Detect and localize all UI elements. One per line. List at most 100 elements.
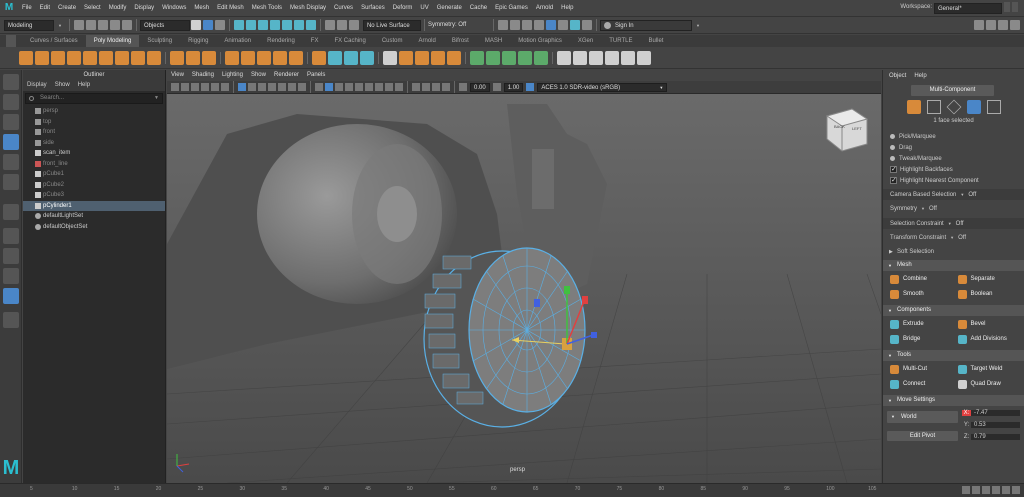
radio-tweak-marquee[interactable]: Tweak/Marquee <box>883 154 1024 165</box>
menu-mesh-tools[interactable]: Mesh Tools <box>248 5 286 11</box>
outliner-item-pcube2[interactable]: pCube2 <box>23 180 165 191</box>
grease-pencil-icon[interactable] <box>221 83 229 91</box>
shelf-tab-animation[interactable]: Animation <box>216 35 259 47</box>
use-lights-icon[interactable] <box>355 83 363 91</box>
render-view-icon[interactable] <box>497 20 508 30</box>
workspace-select[interactable]: General* <box>934 3 1002 14</box>
snap-curve-icon[interactable] <box>245 20 256 30</box>
2d-pan-icon[interactable] <box>211 83 219 91</box>
outliner-item-pcube3[interactable]: pCube3 <box>23 190 165 201</box>
plane-icon[interactable] <box>99 50 113 65</box>
gate-mask-icon[interactable] <box>268 83 276 91</box>
symmetry-status[interactable]: Symmetry: Off <box>428 22 490 28</box>
snap-projected-icon[interactable] <box>269 20 280 30</box>
boolean-icon[interactable] <box>312 50 326 65</box>
menu-deform[interactable]: Deform <box>389 5 417 11</box>
lasso-tool-icon[interactable] <box>2 94 19 110</box>
sculpt-icon[interactable] <box>470 50 484 65</box>
twist-icon[interactable] <box>605 50 619 65</box>
camera-attr-icon[interactable] <box>181 83 189 91</box>
exposure-icon[interactable] <box>459 83 467 91</box>
play-forward-icon[interactable] <box>992 486 1000 494</box>
viewport-menu-lighting[interactable]: Lighting <box>218 70 247 81</box>
shelf-tab-arnold[interactable]: Arnold <box>411 35 444 47</box>
viewport-menu-panels[interactable]: Panels <box>303 70 329 81</box>
outliner-item-front[interactable]: front <box>23 127 165 138</box>
mesh-section-header[interactable]: Mesh <box>883 260 1024 271</box>
go-to-end-icon[interactable] <box>1012 486 1020 494</box>
history-icon[interactable] <box>336 20 347 30</box>
outliner-menu-help[interactable]: Help <box>78 80 90 91</box>
outliner-item-pcube1[interactable]: pCube1 <box>23 169 165 180</box>
mirror-icon[interactable] <box>328 50 342 65</box>
checkbox-highlight-backfaces[interactable]: Highlight Backfaces <box>883 164 1024 176</box>
live-surface-field[interactable]: No Live Surface <box>362 19 421 31</box>
torus-icon[interactable] <box>83 50 97 65</box>
outliner-menu-display[interactable]: Display <box>27 80 47 91</box>
viewport-menu-renderer[interactable]: Renderer <box>270 70 303 81</box>
shelf-tab-mash[interactable]: MASH <box>477 35 510 47</box>
selection-mode-select[interactable]: Objects <box>139 19 190 31</box>
connect-button[interactable]: Connect <box>887 378 953 391</box>
modeling-toolkit-icon[interactable] <box>974 20 984 30</box>
gamma-field[interactable]: 1.00 <box>503 82 524 92</box>
hypershade-icon[interactable] <box>545 20 556 30</box>
resolution-gate-icon[interactable] <box>258 83 266 91</box>
outliner-item-defaultobjectset[interactable]: defaultObjectSet <box>23 222 165 233</box>
outliner-item-scan-item[interactable]: scan_item <box>23 148 165 159</box>
selection-constraint-row[interactable]: Selection Constraint ▼ Off <box>883 218 1024 229</box>
viewport-menu-view[interactable]: View <box>167 70 188 81</box>
combine-button[interactable]: Combine <box>887 273 953 286</box>
channel-box-icon[interactable] <box>1010 20 1020 30</box>
field-chart-icon[interactable] <box>278 83 286 91</box>
cylinder-icon[interactable] <box>51 50 65 65</box>
xray-icon[interactable] <box>422 83 430 91</box>
paint-select-icon[interactable] <box>2 114 19 130</box>
menu-edit-mesh[interactable]: Edit Mesh <box>213 5 248 11</box>
toolkit-menu-object[interactable]: Object <box>889 70 906 82</box>
attribute-editor-icon[interactable] <box>986 20 996 30</box>
menu-windows[interactable]: Windows <box>158 5 190 11</box>
step-forward-icon[interactable] <box>1002 486 1010 494</box>
ambient-occlusion-icon[interactable] <box>375 83 383 91</box>
menu-uv[interactable]: UV <box>416 5 432 11</box>
motion-blur-icon[interactable] <box>385 83 393 91</box>
shelf-menu-icon[interactable] <box>6 35 16 47</box>
duplicate-icon[interactable] <box>344 50 358 65</box>
uv-editor-icon[interactable] <box>383 50 397 65</box>
toolkit-menu-help[interactable]: Help <box>914 70 926 82</box>
transform-constraint-row[interactable]: Transform Constraint ▼ Off <box>883 232 1024 243</box>
anti-alias-icon[interactable] <box>395 83 403 91</box>
soft-selection-header[interactable]: ▶ Soft Selection <box>883 247 1024 258</box>
move-settings-header[interactable]: Move Settings <box>883 395 1024 406</box>
soft-mod-icon[interactable] <box>573 50 587 65</box>
shelf-tab-poly-modeling[interactable]: Poly Modeling <box>85 35 140 47</box>
sphere-icon[interactable] <box>19 50 33 65</box>
bridge-icon[interactable] <box>241 50 255 65</box>
menu-select[interactable]: Select <box>80 5 105 11</box>
shelf-tab-curves-surfaces[interactable]: Curves / Surfaces <box>22 35 86 47</box>
outliner-item-defaultlightset[interactable]: defaultLightSet <box>23 211 165 222</box>
shelf-tab-turtle[interactable]: TURTLE <box>601 35 640 47</box>
render-settings-icon[interactable] <box>533 20 544 30</box>
target-weld-button[interactable]: Target Weld <box>955 363 1021 376</box>
radio-pick-marquee[interactable]: Pick/Marquee <box>883 132 1024 143</box>
add-divisions-button[interactable]: Add Divisions <box>955 333 1021 346</box>
target-weld-icon[interactable] <box>289 50 303 65</box>
quad-draw-icon[interactable] <box>360 50 374 65</box>
minimize-icon[interactable] <box>1004 2 1010 12</box>
wireframe-on-shaded-icon[interactable] <box>335 83 343 91</box>
menu-mesh[interactable]: Mesh <box>190 5 213 11</box>
edit-pivot-button[interactable]: Edit Pivot <box>887 431 958 441</box>
image-plane-icon[interactable] <box>201 83 209 91</box>
multicut-icon[interactable] <box>273 50 287 65</box>
sign-in-button[interactable]: Sign In <box>599 19 692 31</box>
smooth-icon[interactable] <box>202 50 216 65</box>
snap-point-icon[interactable] <box>257 20 268 30</box>
x-coordinate-field[interactable]: -7.47 <box>971 410 1020 416</box>
extrude-button[interactable]: Extrude <box>887 318 953 331</box>
render-icon[interactable] <box>348 20 359 30</box>
select-hierarchy-icon[interactable] <box>190 20 201 30</box>
smooth-brush-icon[interactable] <box>502 50 516 65</box>
tool-settings-icon[interactable] <box>998 20 1008 30</box>
